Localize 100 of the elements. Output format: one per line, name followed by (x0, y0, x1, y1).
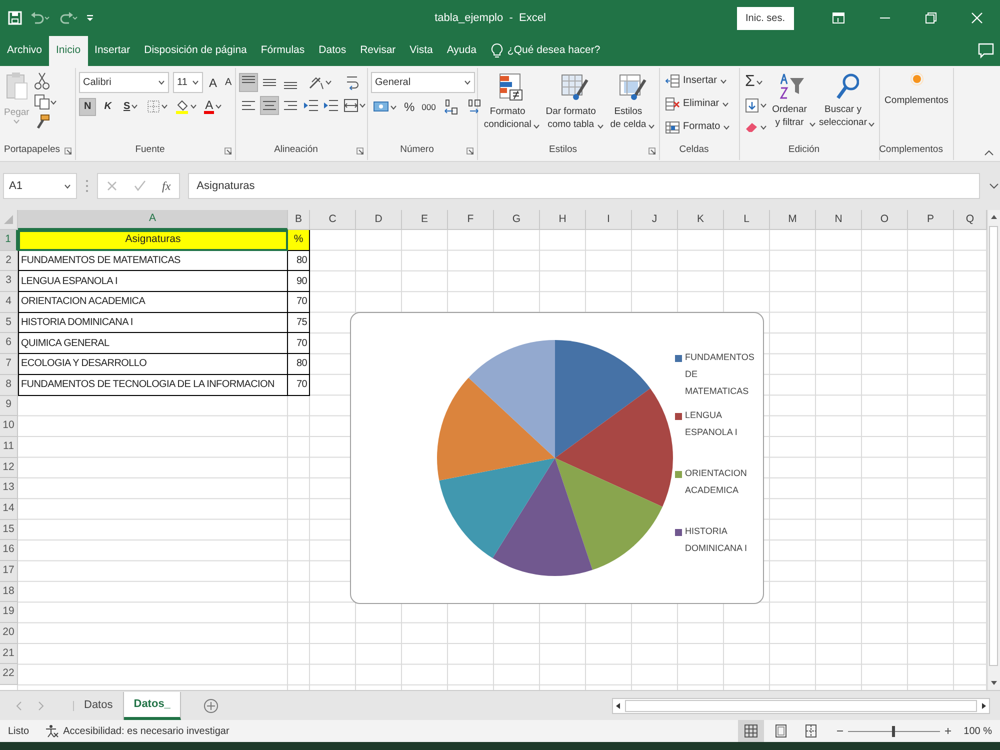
format-as-table-button[interactable]: Dar formato como tabla (543, 72, 606, 143)
font-color-button[interactable]: A (202, 97, 224, 116)
column-header[interactable]: A (18, 210, 288, 230)
ribbon-tab[interactable]: Fórmulas (254, 36, 312, 66)
zoom-level[interactable]: 100 % (964, 724, 992, 738)
font-name-field[interactable]: Calibri (79, 72, 169, 93)
ribbon-tab[interactable]: Inicio (49, 36, 88, 66)
table-cell[interactable]: 75 (288, 312, 310, 334)
table-cell[interactable]: 70 (288, 333, 310, 354)
row-header[interactable]: 5 (0, 312, 18, 334)
scroll-thumb[interactable] (625, 700, 977, 712)
currency-icon[interactable] (373, 100, 389, 114)
autosum-button[interactable]: Σ (743, 72, 769, 92)
row-header[interactable]: 14 (0, 498, 18, 520)
eraser-icon[interactable] (745, 121, 759, 133)
table-cell[interactable]: % (288, 230, 310, 251)
insert-function-button[interactable]: fx (162, 177, 171, 195)
lightbulb-icon[interactable] (491, 43, 504, 59)
column-header[interactable]: I (586, 210, 632, 230)
row-header[interactable]: 13 (0, 478, 18, 499)
number-format-field[interactable]: General (371, 72, 475, 93)
underline-button[interactable]: S (119, 98, 142, 116)
shrink-font-button[interactable]: A (223, 76, 234, 90)
row-header[interactable]: 16 (0, 540, 18, 561)
row-header[interactable]: 1 (0, 230, 18, 251)
cell-styles-button[interactable]: Estilos de celda (607, 72, 656, 143)
delete-cells-button[interactable]: Eliminar (663, 95, 732, 113)
row-header[interactable]: 8 (0, 374, 18, 396)
ribbon-tab[interactable]: Ayuda (440, 36, 484, 66)
column-header[interactable]: P (908, 210, 954, 230)
ribbon-tab[interactable]: Disposición de página (137, 36, 254, 66)
row-header[interactable]: 15 (0, 520, 18, 540)
column-header[interactable]: E (402, 210, 448, 230)
column-header[interactable]: K (678, 210, 724, 230)
row-header[interactable]: 10 (0, 416, 18, 437)
column-header[interactable]: C (310, 210, 356, 230)
ribbon-tab[interactable]: Vista (402, 36, 440, 66)
table-cell[interactable]: 90 (288, 271, 310, 292)
ribbon-tab[interactable]: Archivo (0, 36, 50, 66)
column-header[interactable]: O (862, 210, 908, 230)
table-cell[interactable]: FUNDAMENTOS DE MATEMATICAS (18, 250, 288, 272)
vertical-scrollbar[interactable] (987, 210, 1000, 690)
column-header[interactable]: G (494, 210, 540, 230)
table-cell[interactable]: HISTORIA DOMINICANA I (18, 312, 288, 334)
add-ins-button[interactable]: Complementos (883, 72, 950, 143)
format-cells-button[interactable]: Formato (663, 118, 732, 136)
row-header[interactable]: 7 (0, 354, 18, 375)
row-header[interactable]: 17 (0, 561, 18, 582)
normal-view-button[interactable] (738, 720, 764, 742)
column-header[interactable]: H (540, 210, 586, 230)
fill-button[interactable] (743, 96, 769, 115)
save-icon[interactable] (8, 11, 22, 25)
increase-indent-button[interactable] (322, 98, 340, 113)
comments-icon[interactable] (978, 43, 994, 59)
row-header[interactable]: 3 (0, 271, 18, 292)
column-header[interactable]: B (288, 210, 310, 230)
new-sheet-icon[interactable] (203, 698, 220, 714)
table-cell[interactable]: 70 (288, 292, 310, 313)
check-icon[interactable] (134, 180, 146, 192)
table-cell[interactable]: ECOLOGIA Y DESARROLLO (18, 354, 288, 375)
table-cell[interactable]: QUIMICA GENERAL (18, 333, 288, 354)
column-header[interactable]: M (770, 210, 816, 230)
table-cell[interactable]: Asignaturas (18, 230, 288, 251)
customize-icon[interactable] (86, 14, 94, 22)
tell-me-field[interactable]: ¿Qué desea hacer? (507, 43, 600, 59)
column-header[interactable]: F (448, 210, 494, 230)
row-header[interactable]: 22 (0, 664, 18, 686)
dialog-launcher-icon[interactable] (648, 147, 656, 155)
dialog-launcher-icon[interactable] (466, 147, 474, 155)
ribbon-tab[interactable]: Datos (312, 36, 354, 66)
accessibility-status[interactable]: Accesibilidad: es necesario investigar (63, 724, 230, 738)
percent-button[interactable]: % (402, 99, 417, 115)
vertical-align-button[interactable] (239, 72, 258, 92)
scroll-thumb[interactable] (989, 226, 998, 666)
column-header[interactable]: L (724, 210, 770, 230)
row-header[interactable]: 20 (0, 623, 18, 644)
column-header[interactable]: N (816, 210, 862, 230)
column-header[interactable]: J (632, 210, 678, 230)
thousands-button[interactable]: 000 (420, 100, 438, 114)
merge-icon[interactable] (344, 99, 358, 112)
accessibility-icon[interactable] (45, 724, 60, 738)
row-header[interactable]: 18 (0, 582, 18, 602)
row-header[interactable]: 21 (0, 644, 18, 664)
find-select-button[interactable]: Buscar y seleccionar (816, 72, 876, 143)
font-size-field[interactable]: 11 (173, 72, 203, 93)
dialog-launcher-icon[interactable] (356, 147, 364, 155)
name-box[interactable]: A1 (3, 173, 77, 199)
horizontal-align-button[interactable] (260, 96, 279, 115)
fill-bucket-icon[interactable] (175, 99, 190, 114)
table-cell[interactable]: ORIENTACION ACADEMICA (18, 292, 288, 313)
sign-in-button[interactable]: Inic. ses. (736, 6, 794, 30)
insert-cells-button[interactable]: Insertar (663, 72, 732, 90)
ribbon-tab[interactable]: Insertar (88, 36, 138, 66)
row-header[interactable]: 19 (0, 602, 18, 624)
decrease-indent-button[interactable] (302, 98, 320, 113)
table-cell[interactable]: FUNDAMENTOS DE TECNOLOGIA DE LA INFORMACION (18, 374, 288, 396)
row-header[interactable]: 12 (0, 458, 18, 478)
row-header[interactable]: 2 (0, 250, 18, 272)
row-header[interactable]: 6 (0, 333, 18, 354)
expand-icon[interactable] (988, 182, 1000, 190)
